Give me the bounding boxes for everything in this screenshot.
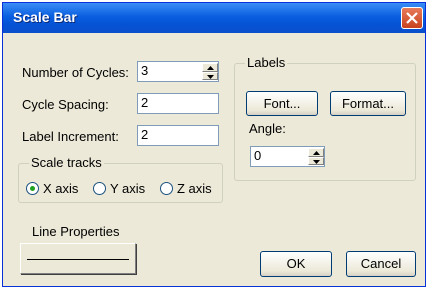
- radio-z-axis[interactable]: [160, 182, 173, 195]
- spin-up-icon: [313, 151, 320, 155]
- cancel-button[interactable]: Cancel: [346, 251, 416, 277]
- font-button[interactable]: Font...: [246, 91, 318, 116]
- line-properties-label: Line Properties: [32, 224, 120, 239]
- scale-bar-dialog: Scale Bar Number of Cycles: 3 Cycle Spac…: [2, 2, 426, 287]
- radio-x-axis[interactable]: [26, 182, 39, 195]
- spin-down-icon: [313, 159, 320, 164]
- close-button[interactable]: [401, 7, 423, 29]
- radio-y-axis[interactable]: [93, 182, 106, 195]
- scale-tracks-legend: Scale tracks: [29, 155, 104, 170]
- title-bar: Scale Bar: [3, 3, 425, 33]
- line-properties-button[interactable]: [20, 243, 136, 274]
- dialog-title: Scale Bar: [13, 9, 77, 25]
- y-axis-label[interactable]: Y axis: [110, 181, 145, 196]
- spacing-label: Cycle Spacing:: [22, 97, 109, 112]
- spacing-input[interactable]: 2: [137, 93, 219, 114]
- close-icon: [406, 12, 418, 24]
- spin-up-icon: [207, 66, 214, 70]
- increment-input[interactable]: 2: [137, 125, 219, 146]
- increment-label: Label Increment:: [22, 129, 119, 144]
- cycles-spinner[interactable]: [202, 63, 218, 80]
- spin-up-button[interactable]: [308, 148, 324, 157]
- format-button[interactable]: Format...: [330, 91, 406, 116]
- angle-spinner[interactable]: [308, 148, 324, 165]
- ok-button[interactable]: OK: [260, 251, 332, 277]
- spin-up-button[interactable]: [202, 63, 218, 72]
- z-axis-label[interactable]: Z axis: [177, 181, 212, 196]
- spin-down-button[interactable]: [202, 71, 218, 80]
- spin-down-icon: [207, 74, 214, 79]
- spin-down-button[interactable]: [308, 156, 324, 165]
- angle-label: Angle:: [249, 121, 286, 136]
- labels-legend: Labels: [245, 55, 288, 70]
- x-axis-label[interactable]: X axis: [43, 181, 78, 196]
- cycles-label: Number of Cycles:: [22, 65, 129, 80]
